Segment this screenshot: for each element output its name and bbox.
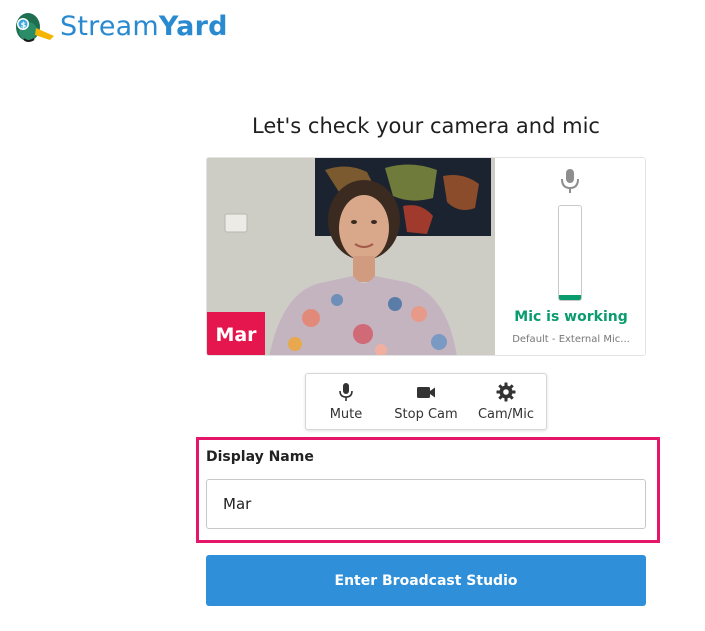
mic-check-panel: Mic is working Default - External Mic... — [495, 158, 645, 355]
device-controls: Mute Stop Cam Cam/Mic — [305, 373, 547, 430]
svg-text:$: $ — [21, 21, 27, 30]
display-name-label: Display Name — [206, 449, 314, 465]
duck-logo-icon: $ — [16, 13, 54, 42]
mic-icon — [339, 383, 353, 401]
brand-name-bold: Yard — [158, 10, 228, 42]
brand-name: StreamYard — [60, 11, 228, 42]
mic-level-fill — [559, 295, 581, 300]
streamyard-logo[interactable]: $ StreamYard — [12, 8, 228, 44]
stop-cam-button[interactable]: Stop Cam — [386, 374, 466, 429]
participant-name-tag: Mar — [207, 312, 265, 355]
camera-icon — [417, 387, 435, 398]
enter-broadcast-studio-button[interactable]: Enter Broadcast Studio — [206, 555, 646, 606]
cam-mic-label: Cam/Mic — [477, 407, 535, 422]
mic-status-text: Mic is working — [514, 309, 628, 325]
brand-name-regular: Stream — [60, 10, 159, 42]
mute-label: Mute — [329, 407, 363, 422]
cam-mic-settings-button[interactable]: Cam/Mic — [466, 374, 546, 429]
mic-level-meter — [558, 205, 582, 301]
stop-cam-label: Stop Cam — [394, 407, 458, 422]
camera-preview-card: Mar Mic is working Default - External Mi… — [206, 157, 646, 356]
microphone-icon — [561, 169, 579, 193]
mute-button[interactable]: Mute — [306, 374, 386, 429]
camera-video-feed: Mar — [207, 158, 495, 355]
page-title: Let's check your camera and mic — [252, 114, 600, 138]
mic-device-name: Default - External Mic... — [512, 334, 630, 345]
gear-icon — [496, 382, 516, 402]
display-name-input[interactable] — [206, 479, 646, 529]
